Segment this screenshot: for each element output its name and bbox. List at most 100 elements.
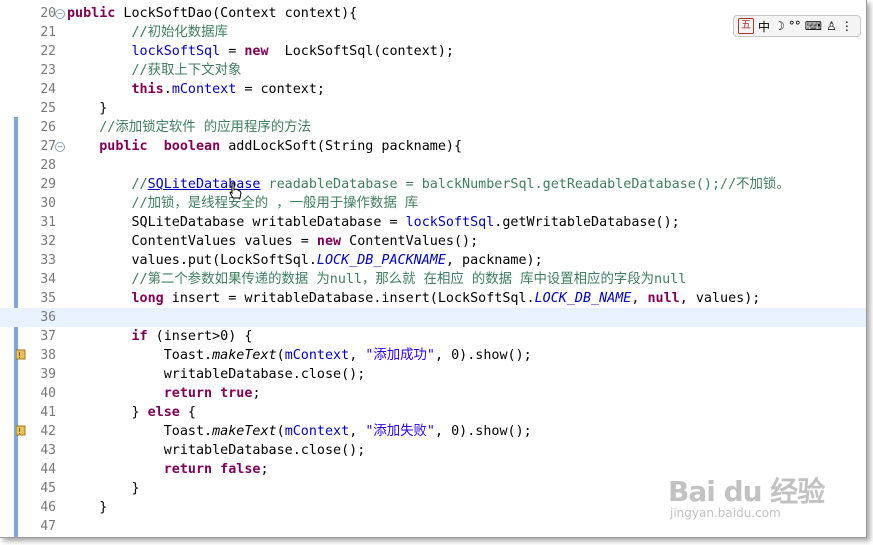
code-token: , values); <box>679 291 761 306</box>
code-line[interactable]: 38 Toast.makeText(mContext, "添加成功", 0).s… <box>0 346 866 365</box>
code-line[interactable]: 40 return true; <box>0 384 866 403</box>
code-line[interactable]: 26 //添加锁定软件 的应用程序的方法 <box>0 118 866 137</box>
code-line[interactable]: 24 this.mContext = context; <box>0 80 866 99</box>
code-text[interactable]: this.mContext = context; <box>67 80 326 99</box>
code-line[interactable]: 23 //获取上下文对象 <box>0 61 866 80</box>
line-number: 30 <box>40 196 56 211</box>
svg-text:!: ! <box>18 427 21 436</box>
warning-icon[interactable]: ! <box>16 348 26 360</box>
code-text[interactable]: } <box>67 498 107 517</box>
fold-toggle-icon[interactable]: − <box>55 9 65 19</box>
code-line[interactable]: 28 <box>0 156 866 175</box>
code-token: (insert>0) { <box>147 329 253 344</box>
comment-token: //初始化数据库 <box>131 25 228 40</box>
code-text[interactable]: return true; <box>67 384 261 403</box>
line-number: 33 <box>40 253 56 268</box>
code-token: , <box>349 348 366 363</box>
line-number: 22 <box>40 44 56 59</box>
ime-chinese-mode-icon[interactable]: 中 <box>758 18 770 35</box>
string-token: "添加失败" <box>365 424 435 439</box>
code-token: , 0).show(); <box>435 424 532 439</box>
line-number: 24 <box>40 82 56 97</box>
ime-punctuation-icon[interactable]: °° <box>789 19 801 33</box>
current-line[interactable]: 36 <box>0 308 866 327</box>
code-line[interactable]: 31 SQLiteDatabase writableDatabase = loc… <box>0 213 866 232</box>
code-text[interactable]: //添加锁定软件 的应用程序的方法 <box>67 118 311 137</box>
code-text[interactable]: writableDatabase.close(); <box>67 441 366 460</box>
code-text[interactable]: values.put(LockSoftSql.LOCK_DB_PACKNAME,… <box>67 251 543 270</box>
code-line[interactable]: 37 if (insert>0) { <box>0 327 866 346</box>
code-text[interactable]: } <box>67 479 140 498</box>
code-text[interactable]: //SQLiteDatabase readableDatabase = balc… <box>67 175 790 194</box>
code-line[interactable]: 41 } else { <box>0 403 866 422</box>
code-text[interactable]: writableDatabase.close(); <box>67 365 366 384</box>
line-number: 43 <box>40 443 56 458</box>
code-token: , packname); <box>445 253 543 268</box>
code-line[interactable]: 25 } <box>0 99 866 118</box>
warning-icon[interactable]: ! <box>16 424 26 436</box>
fold-toggle-icon[interactable]: − <box>55 142 65 152</box>
code-text[interactable]: ContentValues values = new ContentValues… <box>67 232 478 251</box>
code-line[interactable]: 27 public boolean addLockSoft(String pac… <box>0 137 866 156</box>
code-text[interactable]: public boolean addLockSoft(String packna… <box>67 137 462 156</box>
code-text[interactable]: } <box>67 99 107 118</box>
code-token: LockSoftSql(context); <box>268 44 454 59</box>
code-line[interactable]: 30 //加锁，是线程安全的 ，一般用于操作数据 库 <box>0 194 866 213</box>
hyperlink-token[interactable]: SQLiteDatabase <box>148 177 261 192</box>
code-editor[interactable]: 20 public LockSoftDao(Context context){−2… <box>0 0 867 538</box>
code-line[interactable]: 33 values.put(LockSoftSql.LOCK_DB_PACKNA… <box>0 251 866 270</box>
code-line[interactable]: 34 //第二个参数如果传递的数据 为null，那么就 在相应 的数据 库中设置… <box>0 270 866 289</box>
keyword-token: return <box>163 462 213 477</box>
line-number: 29 <box>40 177 56 192</box>
code-token: . <box>163 82 172 97</box>
code-token: makeText <box>212 424 277 439</box>
keyword-token: null <box>647 291 680 306</box>
code-token: mContext <box>284 424 350 439</box>
code-line[interactable]: 42 Toast.makeText(mContext, "添加失败", 0).s… <box>0 422 866 441</box>
code-text[interactable]: lockSoftSql = new LockSoftSql(context); <box>67 42 455 61</box>
code-line[interactable]: 43 writableDatabase.close(); <box>0 441 866 460</box>
code-text[interactable]: } else { <box>67 403 196 422</box>
code-text[interactable]: SQLiteDatabase writableDatabase = lockSo… <box>67 213 679 232</box>
code-text[interactable]: //第二个参数如果传递的数据 为null，那么就 在相应 的数据 库中设置相应的… <box>67 270 687 289</box>
code-token: makeText <box>212 348 277 363</box>
code-line[interactable]: 29 //SQLiteDatabase readableDatabase = b… <box>0 175 866 194</box>
code-token: LockSoftDao(Context context){ <box>115 6 358 21</box>
ime-toolbar[interactable]: 五 中 ☽ °° ⌨ ♙ ⋮ <box>733 15 861 37</box>
ime-halfwidth-icon[interactable]: ☽ <box>774 19 785 33</box>
code-text[interactable]: return false; <box>67 460 269 479</box>
code-token: mContext <box>171 82 237 97</box>
ime-user-icon[interactable]: ♙ <box>826 19 837 33</box>
line-number: 44 <box>40 462 56 477</box>
code-line[interactable]: 35 long insert = writableDatabase.insert… <box>0 289 866 308</box>
ime-wubi-icon[interactable]: 五 <box>738 18 754 34</box>
code-token: values.put(LockSoftSql. <box>67 253 317 268</box>
code-text[interactable]: //初始化数据库 <box>67 23 228 42</box>
code-line[interactable]: 22 lockSoftSql = new LockSoftSql(context… <box>0 42 866 61</box>
code-text[interactable]: public LockSoftDao(Context context){ <box>67 4 357 23</box>
ime-keyboard-icon[interactable]: ⌨ <box>805 19 822 33</box>
code-text[interactable]: Toast.makeText(mContext, "添加失败", 0).show… <box>67 422 532 441</box>
code-text[interactable]: if (insert>0) { <box>67 327 253 346</box>
code-text[interactable]: //获取上下文对象 <box>67 61 242 80</box>
code-text[interactable]: Toast.makeText(mContext, "添加成功", 0).show… <box>67 346 532 365</box>
code-token: } <box>67 481 140 496</box>
code-token: writableDatabase.close(); <box>67 367 366 382</box>
line-number: 20 <box>40 6 56 21</box>
code-text[interactable]: long insert = writableDatabase.insert(Lo… <box>67 289 761 308</box>
code-line[interactable]: 39 writableDatabase.close(); <box>0 365 866 384</box>
ime-menu-icon[interactable]: ⋮ <box>841 19 853 33</box>
code-token: ( <box>276 348 285 363</box>
code-line[interactable]: 32 ContentValues values = new ContentVal… <box>0 232 866 251</box>
line-number: 36 <box>40 310 56 325</box>
line-number: 46 <box>40 500 56 515</box>
